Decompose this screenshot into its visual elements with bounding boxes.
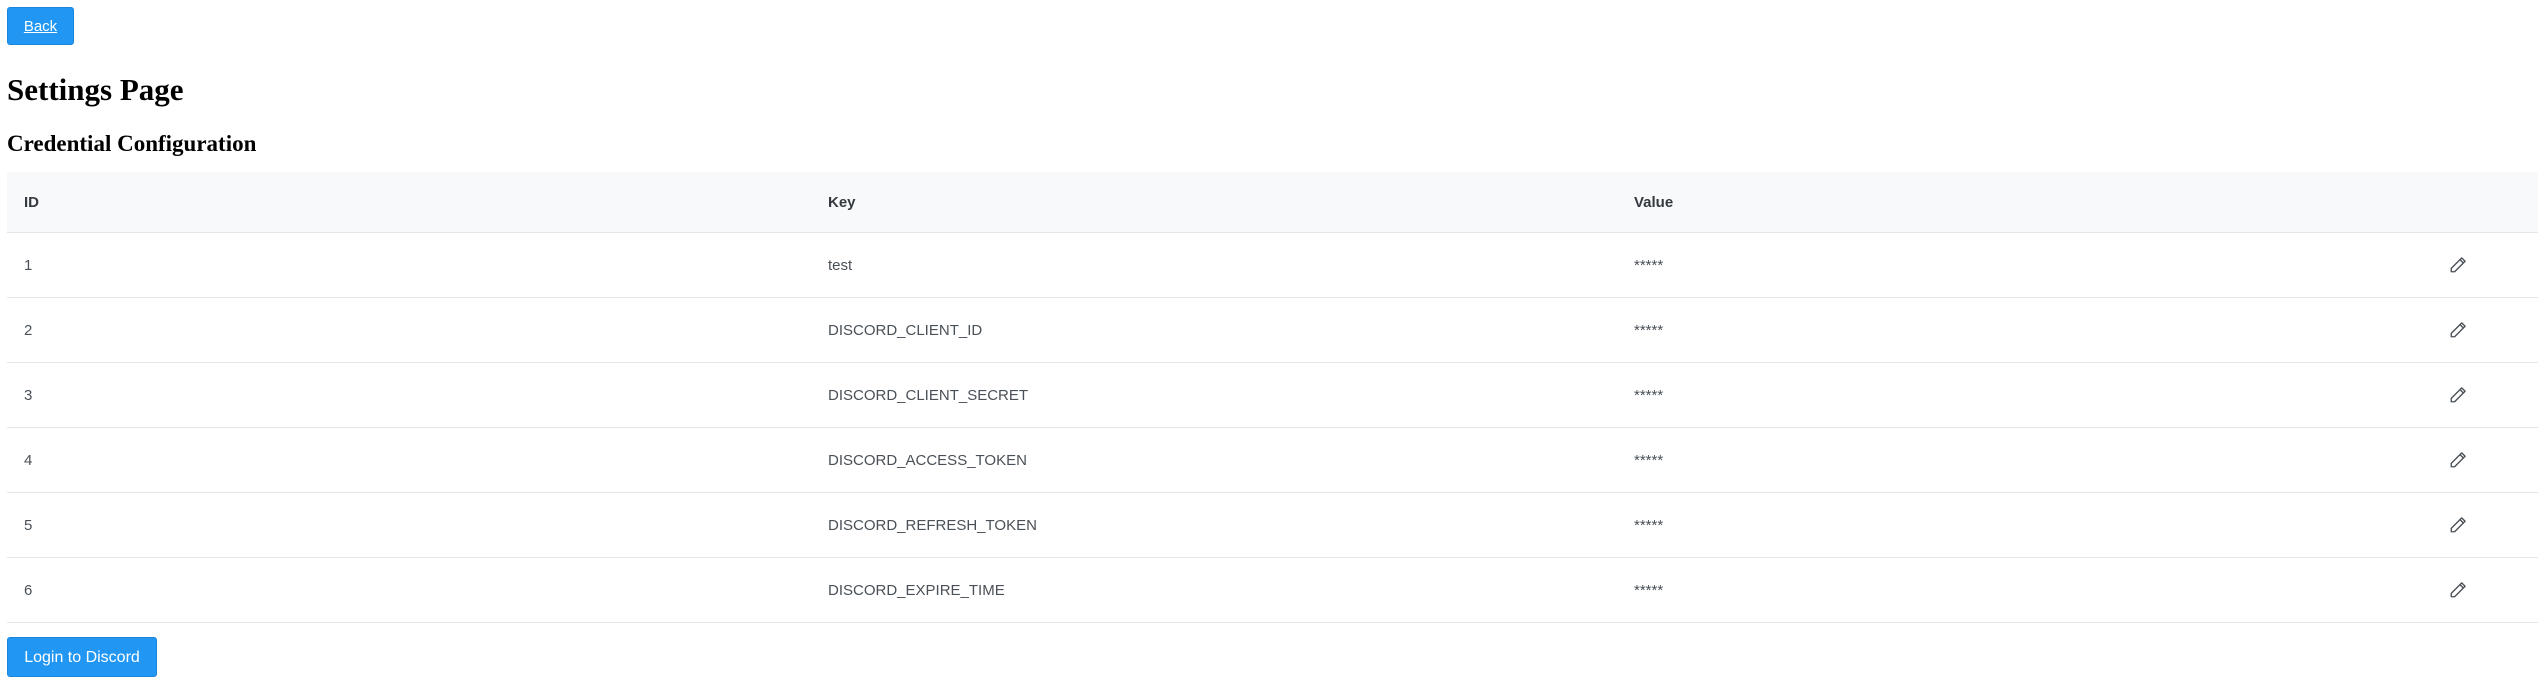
row-key: DISCORD_CLIENT_SECRET bbox=[828, 386, 1029, 404]
row-value: ***** bbox=[1634, 451, 1664, 469]
back-button[interactable]: Back bbox=[7, 7, 74, 45]
login-to-discord-button[interactable]: Login to Discord bbox=[7, 637, 157, 677]
column-header-value: Value bbox=[1634, 193, 1674, 211]
row-key: DISCORD_REFRESH_TOKEN bbox=[828, 516, 1037, 534]
pencil-icon bbox=[2450, 517, 2466, 533]
edit-button[interactable] bbox=[2445, 577, 2471, 603]
row-key: test bbox=[828, 256, 853, 274]
row-actions bbox=[2444, 428, 2472, 492]
row-id: 3 bbox=[24, 386, 33, 404]
pencil-icon bbox=[2450, 322, 2466, 338]
row-actions bbox=[2444, 493, 2472, 557]
table-row: 4 DISCORD_ACCESS_TOKEN ***** bbox=[7, 428, 2538, 493]
column-header-actions bbox=[2444, 172, 2472, 232]
row-key: DISCORD_ACCESS_TOKEN bbox=[828, 451, 1027, 469]
edit-button[interactable] bbox=[2445, 317, 2471, 343]
row-id: 2 bbox=[24, 321, 33, 339]
page-title: Settings Page bbox=[7, 72, 184, 107]
row-actions bbox=[2444, 298, 2472, 362]
row-value: ***** bbox=[1634, 256, 1664, 274]
edit-button[interactable] bbox=[2445, 252, 2471, 278]
pencil-icon bbox=[2450, 257, 2466, 273]
row-value: ***** bbox=[1634, 321, 1664, 339]
section-title: Credential Configuration bbox=[7, 131, 257, 156]
edit-button[interactable] bbox=[2445, 382, 2471, 408]
pencil-icon bbox=[2450, 582, 2466, 598]
credentials-table: ID Key Value 1 test ***** 2 DISCORD_CLIE… bbox=[7, 172, 2538, 623]
table-row: 2 DISCORD_CLIENT_ID ***** bbox=[7, 298, 2538, 363]
pencil-icon bbox=[2450, 452, 2466, 468]
row-actions bbox=[2444, 233, 2472, 297]
row-key: DISCORD_EXPIRE_TIME bbox=[828, 581, 1005, 599]
row-value: ***** bbox=[1634, 581, 1664, 599]
row-id: 1 bbox=[24, 256, 33, 274]
table-header: ID Key Value bbox=[7, 172, 2538, 233]
row-id: 4 bbox=[24, 451, 33, 469]
column-header-id: ID bbox=[24, 193, 39, 211]
edit-button[interactable] bbox=[2445, 447, 2471, 473]
table-row: 6 DISCORD_EXPIRE_TIME ***** bbox=[7, 558, 2538, 623]
edit-button[interactable] bbox=[2445, 512, 2471, 538]
table-row: 5 DISCORD_REFRESH_TOKEN ***** bbox=[7, 493, 2538, 558]
table-row: 1 test ***** bbox=[7, 233, 2538, 298]
row-key: DISCORD_CLIENT_ID bbox=[828, 321, 983, 339]
pencil-icon bbox=[2450, 387, 2466, 403]
row-id: 5 bbox=[24, 516, 33, 534]
row-value: ***** bbox=[1634, 516, 1664, 534]
column-header-key: Key bbox=[828, 193, 856, 211]
row-actions bbox=[2444, 363, 2472, 427]
table-row: 3 DISCORD_CLIENT_SECRET ***** bbox=[7, 363, 2538, 428]
row-value: ***** bbox=[1634, 386, 1664, 404]
row-actions bbox=[2444, 558, 2472, 622]
row-id: 6 bbox=[24, 581, 33, 599]
